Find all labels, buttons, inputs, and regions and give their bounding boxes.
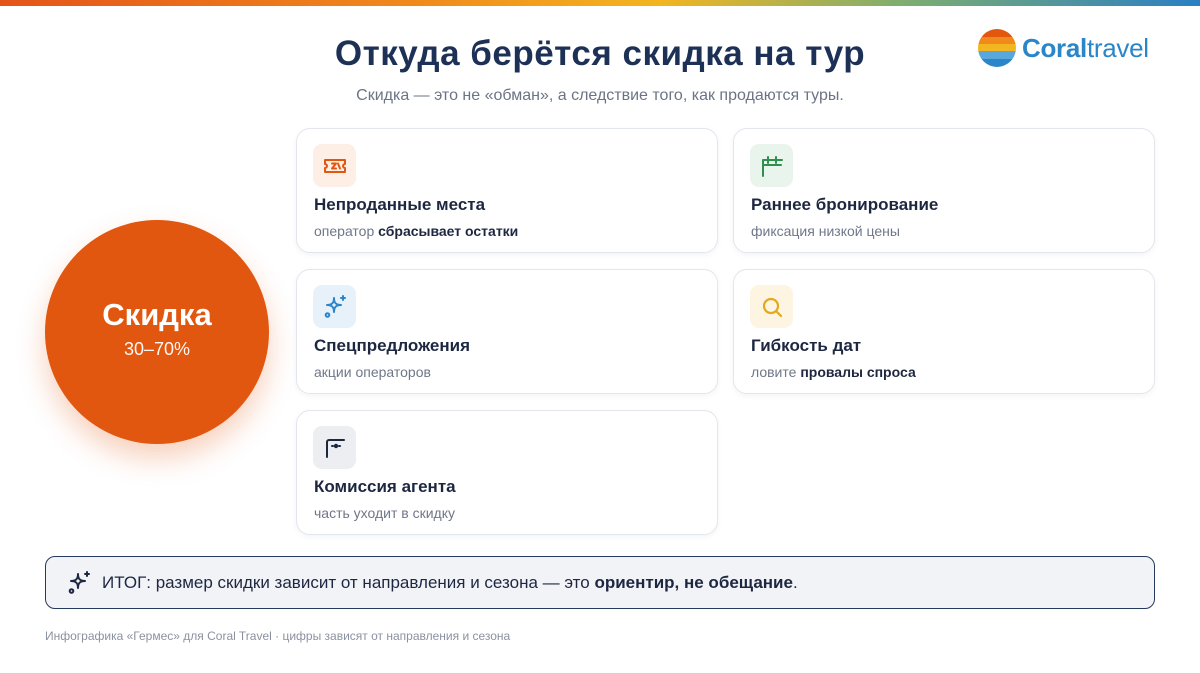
search-icon xyxy=(750,285,793,328)
card-title: Комиссия агента xyxy=(314,477,456,496)
top-gradient-bar xyxy=(0,0,1200,6)
card-unsold-seats: Непроданные места оператор сбрасывает ос… xyxy=(296,128,718,253)
logo-wordmark: Coraltravel xyxy=(1022,32,1149,63)
card-agent-commission: Комиссия агента часть уходит в скидку xyxy=(296,410,718,535)
card-description: акции операторов xyxy=(314,364,431,380)
coral-travel-logo: Coraltravel xyxy=(978,28,1149,68)
ticket-icon xyxy=(313,144,356,187)
sparkle-icon xyxy=(313,285,356,328)
card-description: фиксация низкой цены xyxy=(751,223,900,239)
summary-box: ИТОГ: размер скидки зависит от направлен… xyxy=(45,556,1155,609)
calendar-icon xyxy=(750,144,793,187)
card-early-booking: Раннее бронирование фиксация низкой цены xyxy=(733,128,1155,253)
card-title: Раннее бронирование xyxy=(751,195,939,214)
card-flexible-dates: Гибкость дат ловите провалы спроса xyxy=(733,269,1155,394)
discount-label: Скидка xyxy=(102,296,212,332)
summary-text: ИТОГ: размер скидки зависит от направлен… xyxy=(102,572,798,592)
commission-icon xyxy=(313,426,356,469)
sparkle-icon xyxy=(68,570,90,594)
card-title: Спецпредложения xyxy=(314,336,471,355)
card-special-offers: Спецпредложения акции операторов xyxy=(296,269,718,394)
discount-circle: Скидка 30–70% xyxy=(45,220,269,444)
card-description: ловите провалы спроса xyxy=(751,364,916,380)
card-description: часть уходит в скидку xyxy=(314,505,456,521)
card-description: оператор сбрасывает остатки xyxy=(314,223,519,239)
card-title: Гибкость дат xyxy=(751,336,862,355)
footer-note: Инфографика «Гермес» для Coral Travel · … xyxy=(45,629,511,643)
coral-logo-icon xyxy=(978,29,1016,67)
discount-value: 30–70% xyxy=(123,338,191,359)
card-title: Непроданные места xyxy=(314,195,486,214)
page-subtitle: Скидка — это не «обман», а следствие тог… xyxy=(356,87,844,104)
